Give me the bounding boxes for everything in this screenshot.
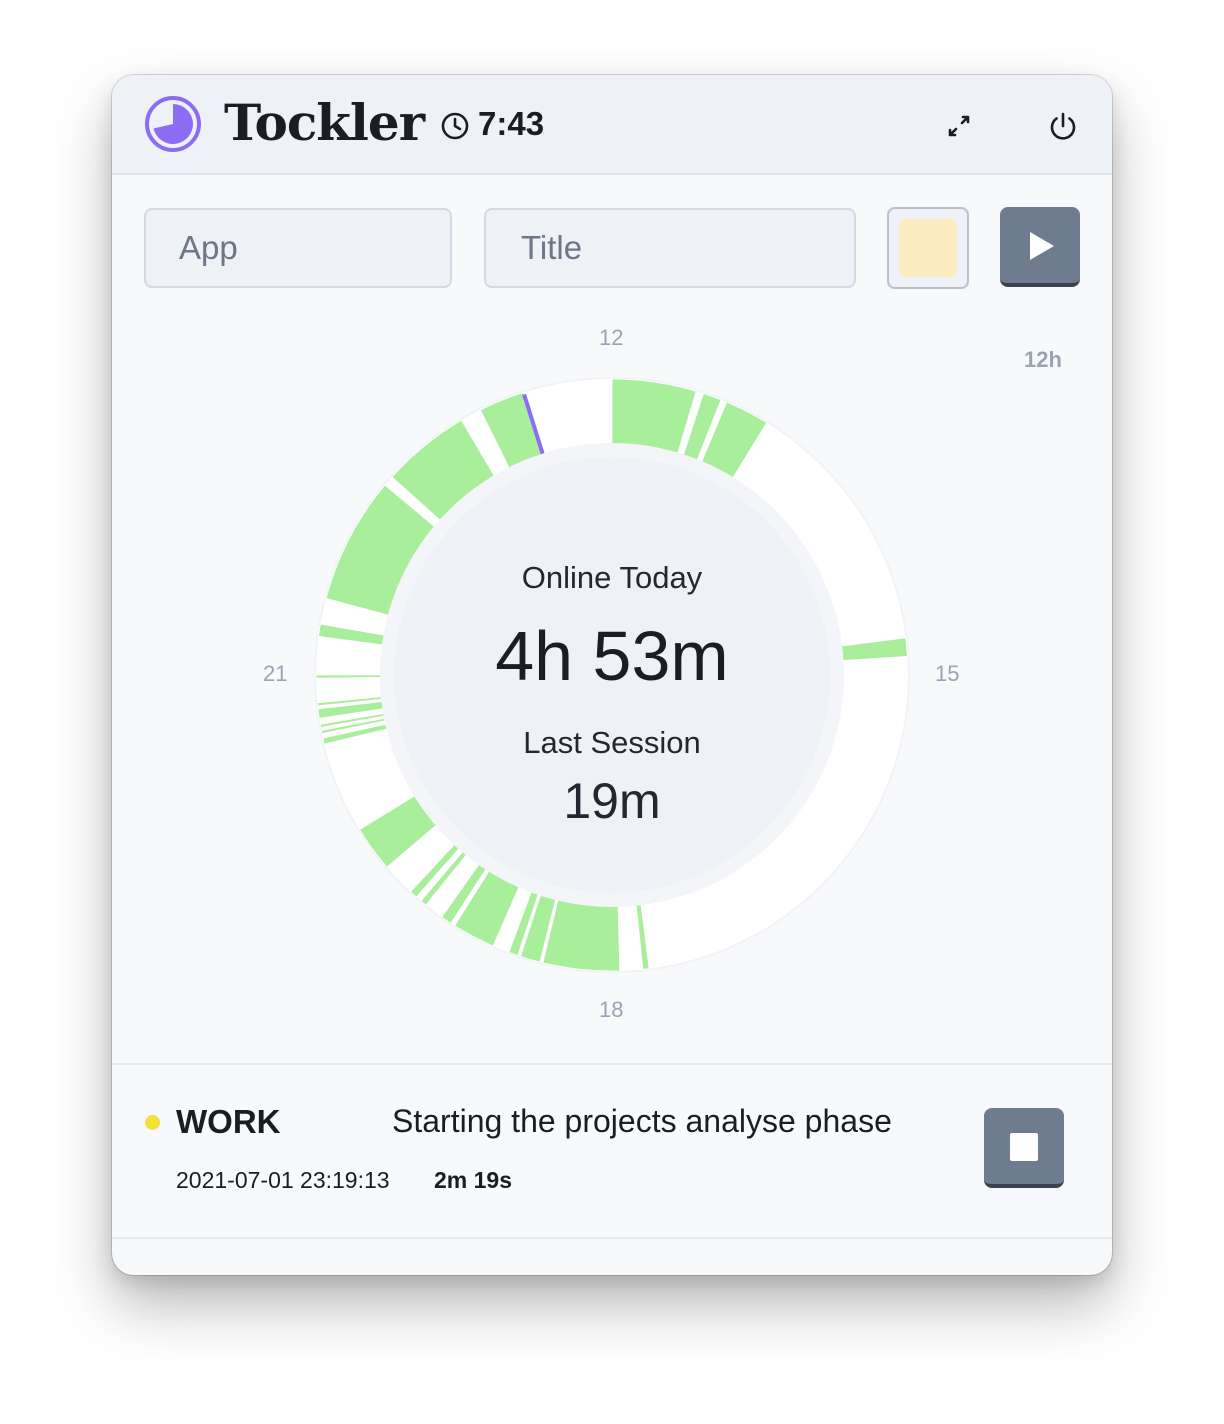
current-task-panel: WORK Starting the projects analyse phase… (112, 1063, 1112, 1239)
title-bar: Tockler 7:43 (112, 75, 1112, 175)
online-today-label: Online Today (521, 560, 703, 595)
app-window: Tockler 7:43 12 15 1 (112, 75, 1112, 1275)
task-duration: 2m 19s (434, 1167, 513, 1193)
start-button[interactable] (1000, 207, 1080, 287)
tockler-logo-icon (145, 96, 201, 152)
power-icon[interactable] (1046, 109, 1080, 143)
color-picker-button[interactable] (887, 207, 969, 289)
online-today-value: 4h 53m (495, 617, 729, 695)
tag-color-dot (145, 1115, 160, 1130)
color-swatch (899, 219, 957, 277)
expand-icon[interactable] (944, 111, 974, 141)
clock-icon (441, 112, 469, 140)
stop-button[interactable] (984, 1108, 1064, 1188)
tick-label-top: 12 (599, 325, 624, 350)
stop-icon (1010, 1133, 1038, 1161)
app-input[interactable] (144, 208, 452, 288)
play-icon (1030, 232, 1054, 260)
clock-time: 7:43 (478, 105, 545, 142)
last-session-value: 19m (563, 773, 661, 829)
range-toggle[interactable]: 12h (1024, 347, 1062, 373)
online-chart: 12 15 18 21 12h Online Today 4h 53m Last… (112, 295, 1112, 1095)
task-title: Starting the projects analyse phase (392, 1103, 892, 1139)
tag-name: WORK (176, 1103, 281, 1140)
tick-label-bottom: 18 (599, 997, 624, 1022)
app-title: Tockler (224, 93, 425, 152)
task-start-time: 2021-07-01 23:19:13 (176, 1167, 390, 1193)
title-input[interactable] (484, 208, 856, 288)
last-session-label: Last Session (523, 725, 701, 760)
